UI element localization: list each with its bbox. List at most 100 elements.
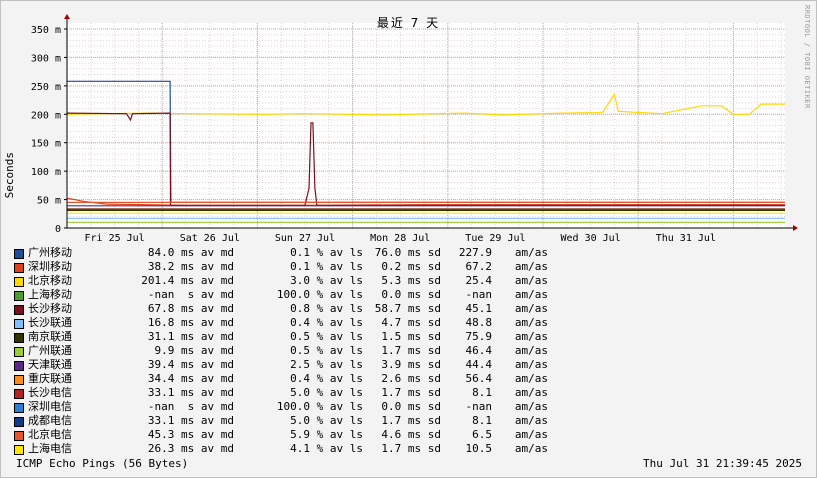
legend-sd: 58.7 ms sd [374, 302, 441, 315]
legend-swatch [14, 431, 24, 441]
legend-avg: 34.4 ms av md [147, 372, 234, 385]
legend-unit: am/as [514, 288, 548, 301]
y-tick-label: 250 m [31, 82, 61, 93]
legend-ratio: 8.1 [472, 386, 492, 399]
legend-unit: am/as [514, 386, 548, 399]
legend-swatch [14, 291, 24, 301]
legend-unit: am/as [514, 442, 548, 455]
legend-avg: 84.0 ms av md [147, 246, 234, 259]
legend-sd: 0.0 ms sd [381, 400, 441, 413]
legend-avg: 38.2 ms av md [147, 260, 234, 273]
y-axis-label: Seconds [3, 152, 16, 199]
x-tick-label: Sun 27 Jul [275, 233, 335, 244]
legend-ratio: 10.5 [465, 442, 493, 455]
legend-swatch [14, 389, 24, 399]
legend-avg: 39.4 ms av md [147, 358, 234, 371]
legend-unit: am/as [514, 428, 548, 441]
legend-swatch [14, 333, 24, 343]
legend-sd: 1.7 ms sd [381, 344, 441, 357]
legend-ratio: -nan [465, 400, 493, 413]
legend-name: 深圳移动 [28, 260, 72, 273]
x-axis-arrow [793, 225, 798, 231]
legend-unit: am/as [514, 372, 548, 385]
x-tick-label: Mon 28 Jul [370, 233, 430, 244]
legend-ratio: 227.9 [458, 246, 492, 259]
x-tick-label: Sat 26 Jul [180, 233, 240, 244]
legend-unit: am/as [514, 246, 548, 259]
legend-sd: 0.2 ms sd [381, 260, 441, 273]
legend-unit: am/as [514, 414, 548, 427]
legend-name: 天津联通 [28, 358, 72, 371]
legend-sd: 0.0 ms sd [381, 288, 441, 301]
legend-name: 上海电信 [28, 442, 72, 455]
legend-swatch [14, 347, 24, 357]
legend-ratio: 75.9 [465, 330, 493, 343]
legend-name: 南京联通 [28, 330, 72, 343]
legend-ratio: -nan [465, 288, 493, 301]
legend-avg: -nan s av md [147, 400, 234, 413]
y-tick-label: 100 m [31, 167, 61, 178]
legend-unit: am/as [514, 316, 548, 329]
legend-sd: 4.7 ms sd [381, 316, 441, 329]
legend-ratio: 48.8 [465, 316, 493, 329]
x-tick-label: Tue 29 Jul [465, 233, 525, 244]
legend-sd: 3.9 ms sd [381, 358, 441, 371]
legend-ratio: 25.4 [465, 274, 493, 287]
rrdtool-credit: RRDTOOL / TOBI OETIKER [803, 5, 811, 109]
legend-sd: 2.6 ms sd [381, 372, 441, 385]
legend-unit: am/as [514, 302, 548, 315]
legend-avg: 31.1 ms av md [147, 330, 234, 343]
legend-ratio: 67.2 [465, 260, 493, 273]
legend-avg: 9.9 ms av md [154, 344, 234, 357]
legend-name: 广州移动 [28, 246, 72, 259]
legend-ratio: 56.4 [465, 372, 493, 385]
legend-ratio: 6.5 [472, 428, 492, 441]
legend-avg: 45.3 ms av md [147, 428, 234, 441]
legend-name: 上海移动 [28, 288, 72, 301]
legend-unit: am/as [514, 274, 548, 287]
legend-ratio: 46.4 [465, 344, 493, 357]
legend-avg: 26.3 ms av md [147, 442, 234, 455]
legend-avg: 201.4 ms av md [141, 274, 234, 287]
legend-name: 重庆联通 [28, 372, 72, 385]
footer-description: ICMP Echo Pings (56 Bytes) [16, 457, 189, 470]
legend-swatch [14, 375, 24, 385]
legend-ratio: 8.1 [472, 414, 492, 427]
legend-name: 成都电信 [28, 414, 72, 427]
legend-unit: am/as [514, 358, 548, 371]
legend-sd: 1.7 ms sd [381, 386, 441, 399]
legend-swatch [14, 263, 24, 273]
legend-sd: 1.7 ms sd [381, 414, 441, 427]
legend-avg: 16.8 ms av md [147, 316, 234, 329]
footer-timestamp: Thu Jul 31 21:39:45 2025 [643, 457, 802, 470]
legend-swatch [14, 417, 24, 427]
legend-swatch [14, 277, 24, 287]
y-tick-label: 200 m [31, 110, 61, 121]
x-tick-label: Thu 31 Jul [656, 233, 716, 244]
legend-swatch [14, 361, 24, 371]
y-tick-label: 0 [55, 224, 61, 235]
legend-unit: am/as [514, 344, 548, 357]
y-tick-label: 50 m [37, 196, 61, 207]
x-tick-label: Wed 30 Jul [561, 233, 621, 244]
legend-ratio: 45.1 [465, 302, 493, 315]
legend-sd: 1.7 ms sd [381, 442, 441, 455]
legend-avg: -nan s av md [147, 288, 234, 301]
legend-name: 广州联通 [28, 344, 72, 357]
legend-sd: 1.5 ms sd [381, 330, 441, 343]
legend-sd: 5.3 ms sd [381, 274, 441, 287]
legend-avg: 67.8 ms av md [147, 302, 234, 315]
legend-name: 北京电信 [28, 428, 72, 441]
legend-name: 北京移动 [28, 274, 72, 287]
legend-name: 长沙移动 [28, 302, 72, 315]
legend-swatch [14, 305, 24, 315]
legend-unit: am/as [514, 400, 548, 413]
legend-ratio: 44.4 [465, 358, 493, 371]
legend-name: 深圳电信 [28, 400, 72, 413]
legend-name: 长沙电信 [28, 386, 72, 399]
legend-avg: 33.1 ms av md [147, 414, 234, 427]
legend-avg: 33.1 ms av md [147, 386, 234, 399]
y-tick-label: 150 m [31, 139, 61, 150]
legend-swatch [14, 249, 24, 259]
legend-sd: 76.0 ms sd [374, 246, 441, 259]
